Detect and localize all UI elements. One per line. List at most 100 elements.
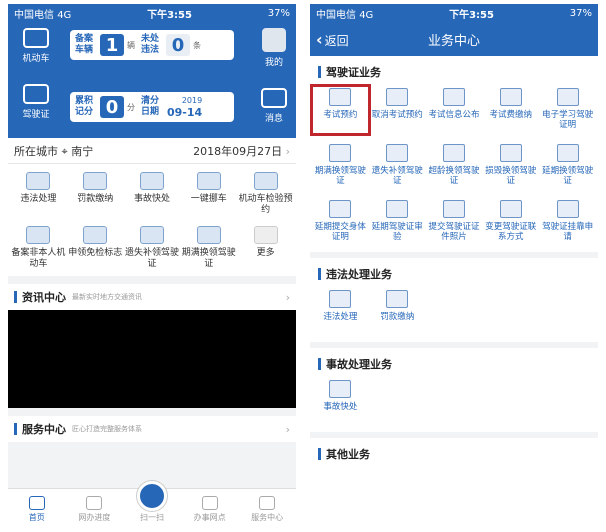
business-item[interactable]: 驾驶证挂靠申请 [539, 198, 596, 246]
grid-item[interactable]: 违法处理 [10, 172, 67, 216]
section-subtitle: 最新实时地方交通资讯 [72, 293, 142, 301]
location-icon: ⌖ [61, 144, 68, 158]
news-banner[interactable] [8, 310, 296, 408]
section-subtitle: 匠心打造完整服务体系 [72, 425, 142, 433]
mine-tile[interactable]: 我的 [252, 28, 296, 68]
business-item[interactable]: 考试信息公布 [426, 86, 483, 134]
section-bar [318, 268, 321, 280]
grid-item[interactable]: 备案非本人机动车 [10, 226, 67, 270]
grid-item[interactable]: 罚款缴纳 [67, 172, 124, 216]
photo-icon [442, 200, 465, 218]
business-item[interactable]: 提交驾驶证证件照片 [426, 198, 483, 246]
grid-label: 备案非本人机动车 [11, 248, 66, 269]
item-label: 延期提交身体证明 [314, 222, 366, 242]
vehicle-count: 1 [100, 34, 124, 56]
grid-label: 事故快处 [133, 194, 170, 204]
tab-outlets[interactable]: 办事网点 [185, 496, 235, 523]
city-bar[interactable]: 所在城市 ⌖ 南宁 2018年09月27日 › [8, 138, 296, 164]
status-bar: 中国电信 4G 下午3:55 37% [310, 4, 598, 22]
back-button[interactable]: ‹ 返回 [316, 30, 349, 49]
tab-label: 扫一扫 [139, 513, 164, 522]
business-item[interactable]: 罚款缴纳 [369, 288, 426, 336]
certificate-icon [556, 88, 579, 106]
business-item[interactable]: 延期提交身体证明 [312, 198, 369, 246]
item-label: 考试信息公布 [428, 110, 480, 120]
accident-icon [139, 172, 164, 190]
grid-label: 申领免检标志 [68, 248, 123, 258]
unit: 分 [127, 102, 135, 112]
lost-license-icon [139, 226, 164, 244]
item-label: 事故快处 [323, 402, 358, 412]
business-item[interactable]: 延期换领驾驶证 [539, 142, 596, 190]
chevron-left-icon: ‹ [316, 29, 323, 49]
grid-label: 遗失补领驾驶证 [124, 248, 179, 269]
vehicle-tile[interactable]: 机动车 [14, 28, 58, 64]
review-icon [386, 200, 409, 218]
business-item[interactable]: 期满换领驾驶证 [312, 142, 369, 190]
grid-label: 机动车检验预约 [238, 194, 293, 215]
grid-item[interactable]: 机动车检验预约 [237, 172, 294, 216]
chevron-right-icon: › [285, 290, 290, 304]
tab-label: 办事网点 [193, 513, 226, 522]
city-date: 2018年09月27日 [193, 144, 283, 158]
network: 4G [57, 9, 72, 21]
item-label: 违法处理 [323, 312, 358, 322]
id-card-icon [23, 84, 49, 104]
license-summary-card[interactable]: 累积记分 0 分 清分日期 2019 09-14 [70, 92, 234, 122]
business-item[interactable]: 电子学习驾驶证明 [539, 86, 596, 134]
document-icon [86, 496, 103, 510]
tab-scan[interactable]: 扫一扫 [127, 481, 177, 523]
grid-item[interactable]: 事故快处 [124, 172, 181, 216]
business-item[interactable]: 事故快处 [312, 378, 369, 426]
business-item[interactable]: 延期驾驶证审验 [369, 198, 426, 246]
violation-icon [26, 172, 51, 190]
violation-section-title: 违法处理业务 [310, 262, 598, 286]
license-renew-icon [329, 144, 352, 162]
item-label: 超龄换领驾驶证 [428, 166, 480, 186]
grid-item[interactable]: 申领免检标志 [67, 226, 124, 270]
grid-item[interactable]: 遗失补领驾驶证 [124, 226, 181, 270]
violation-count: 0 [166, 34, 190, 56]
business-item[interactable]: 超龄换领驾驶证 [426, 142, 483, 190]
avatar-icon [262, 28, 286, 52]
contact-icon [499, 200, 522, 218]
grid-item[interactable]: 更多 [237, 226, 294, 270]
accident-section-title: 事故处理业务 [310, 352, 598, 376]
tab-label: 首页 [28, 513, 45, 522]
vehicle-summary-card[interactable]: 备案车辆 1 辆 未处违法 0 条 [70, 30, 234, 60]
license-business-grid: 考试预约 取消考试预约 考试信息公布 考试费缴纳 电子学习驾驶证明 期满换领驾驶… [310, 84, 598, 248]
location-icon [201, 496, 218, 510]
item-label: 考试预约 [323, 110, 358, 120]
service-section-header[interactable]: 服务中心 匠心打造完整服务体系 › [8, 416, 296, 442]
section-title: 驾驶证业务 [326, 66, 381, 79]
license-tile[interactable]: 驾驶证 [14, 84, 58, 120]
business-center-screen: 中国电信 4G 下午3:55 37% ‹ 返回 业务中心 驾驶证业务 考试预约 取… [310, 4, 598, 526]
card-label: 未处违法 [141, 34, 160, 55]
business-item[interactable]: 考试费缴纳 [482, 86, 539, 134]
business-item[interactable]: 损毁换领驾驶证 [482, 142, 539, 190]
section-bar [318, 66, 321, 78]
business-item[interactable]: 取消考试预约 [369, 86, 426, 134]
message-tile[interactable]: 消息 [252, 88, 296, 124]
business-item[interactable]: 遗失补领驾驶证 [369, 142, 426, 190]
exam-icon [329, 88, 352, 106]
business-item[interactable]: 变更驾驶证联系方式 [482, 198, 539, 246]
news-section-header[interactable]: 资讯中心 最新实时地方交通资讯 › [8, 284, 296, 310]
card-label: 清分日期 [141, 96, 160, 117]
grid-item[interactable]: 一键挪车 [180, 172, 237, 216]
carrier: 中国电信 [316, 9, 356, 21]
tab-service[interactable]: 服务中心 [242, 496, 292, 523]
other-section-title: 其他业务 [310, 442, 598, 466]
item-label: 延期驾驶证审验 [371, 222, 423, 242]
section-divider [310, 432, 598, 438]
exam-booking-item[interactable]: 考试预约 [310, 84, 371, 136]
health-cert-icon [329, 200, 352, 218]
tab-progress[interactable]: 网办进度 [69, 496, 119, 523]
license-section-title: 驾驶证业务 [310, 60, 598, 84]
grid-item[interactable]: 期满换领驾驶证 [180, 226, 237, 270]
section-title: 资讯中心 [22, 291, 66, 304]
page-title: 业务中心 [427, 33, 480, 49]
business-item[interactable]: 违法处理 [312, 288, 369, 336]
tab-home[interactable]: 首页 [12, 496, 62, 523]
section-bar [318, 448, 321, 460]
